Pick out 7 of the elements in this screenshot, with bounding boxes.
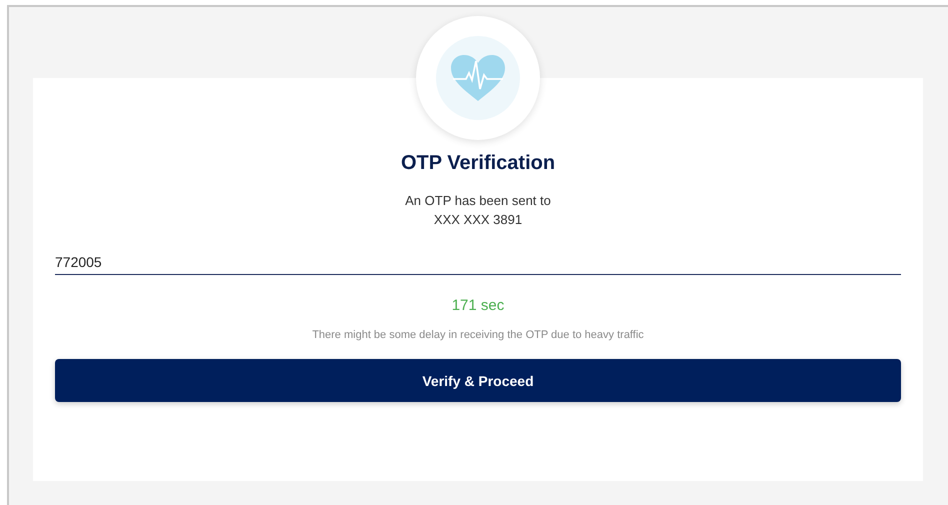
otp-input-field[interactable]: 772005: [55, 254, 901, 275]
page-title: OTP Verification: [400, 152, 556, 175]
heartbeat-icon: [449, 53, 507, 103]
delay-note: There might be some delay in receiving the OTP due to heavy traffic: [312, 329, 644, 341]
verify-button[interactable]: Verify & Proceed: [55, 359, 901, 402]
otp-sent-message: An OTP has been sent to XXX XXX 3891: [405, 192, 551, 229]
countdown-timer: 171 sec: [452, 297, 504, 314]
